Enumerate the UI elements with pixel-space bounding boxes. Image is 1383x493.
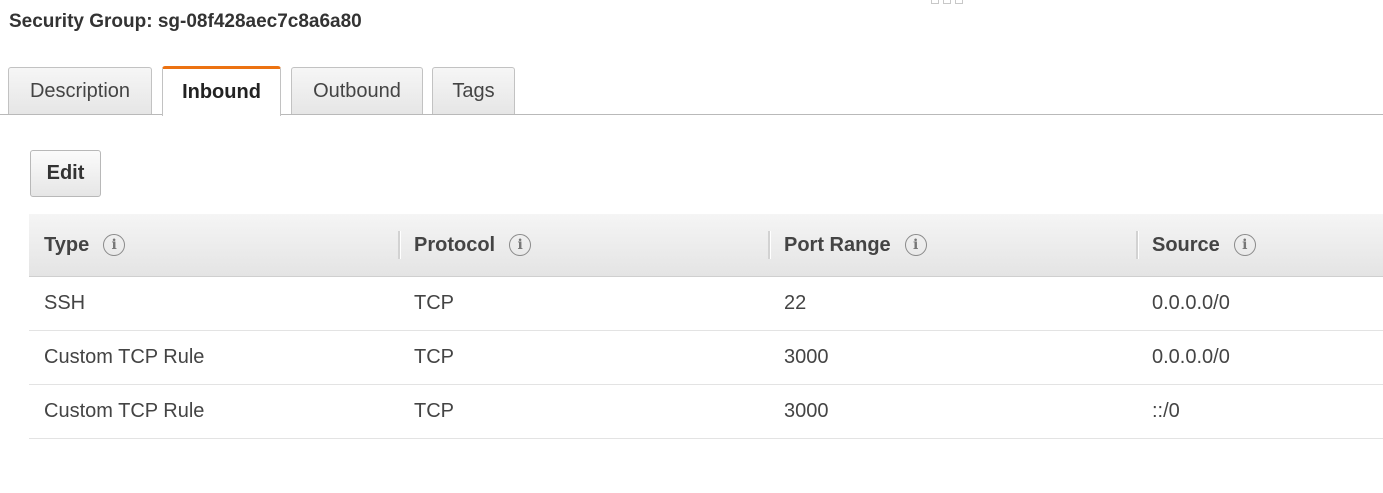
edit-button[interactable]: Edit [30,150,101,197]
column-header-type[interactable]: Type i [44,214,126,276]
info-icon[interactable]: i [1233,234,1256,256]
cell-type: SSH [44,292,86,314]
tab-description[interactable]: Description [8,67,152,114]
tab-inbound[interactable]: Inbound [162,66,281,116]
info-icon[interactable]: i [904,234,927,256]
info-icon[interactable]: i [509,234,532,256]
table-header: Type i Protocol i Port Range i Source i [29,214,1383,277]
cell-protocol: TCP [414,400,454,422]
cell-port-range: 3000 [784,400,829,422]
cell-protocol: TCP [414,346,454,368]
tab-label: Tags [452,79,495,102]
cell-source: 0.0.0.0/0 [1152,292,1230,314]
drag-handle-icon[interactable] [931,0,963,4]
inbound-rules-table: Type i Protocol i Port Range i Source i … [29,214,1383,439]
table-row[interactable]: Custom TCP Rule TCP 3000 0.0.0.0/0 [29,331,1383,385]
column-header-port-range[interactable]: Port Range i [768,214,927,276]
page-title: Security Group: sg-08f428aec7c8a6a80 [9,11,362,32]
column-header-label: Port Range [784,233,891,256]
cell-port-range: 3000 [784,346,829,368]
tab-bar: Description Inbound Outbound Tags [0,66,1383,116]
column-separator[interactable] [768,231,771,259]
column-header-source[interactable]: Source i [1136,214,1256,276]
info-icon[interactable]: i [103,234,126,256]
column-header-label: Source [1152,233,1220,256]
cell-source: ::/0 [1152,400,1180,422]
column-separator[interactable] [1136,231,1139,259]
cell-type: Custom TCP Rule [44,346,205,368]
table-row[interactable]: SSH TCP 22 0.0.0.0/0 [29,277,1383,331]
tab-label: Description [29,79,131,102]
column-header-label: Type [44,233,90,256]
cell-source: 0.0.0.0/0 [1152,346,1230,368]
tab-outbound[interactable]: Outbound [291,67,423,114]
cell-port-range: 22 [784,292,807,314]
cell-type: Custom TCP Rule [44,400,205,422]
tab-label: Outbound [313,79,401,102]
column-header-protocol[interactable]: Protocol i [398,214,532,276]
tab-label: Inbound [182,81,261,103]
security-group-panel: Security Group: sg-08f428aec7c8a6a80 Des… [0,0,1383,493]
column-header-label: Protocol [414,233,496,256]
column-separator[interactable] [398,231,401,259]
tab-tags[interactable]: Tags [432,67,515,114]
cell-protocol: TCP [414,292,454,314]
table-row[interactable]: Custom TCP Rule TCP 3000 ::/0 [29,385,1383,439]
